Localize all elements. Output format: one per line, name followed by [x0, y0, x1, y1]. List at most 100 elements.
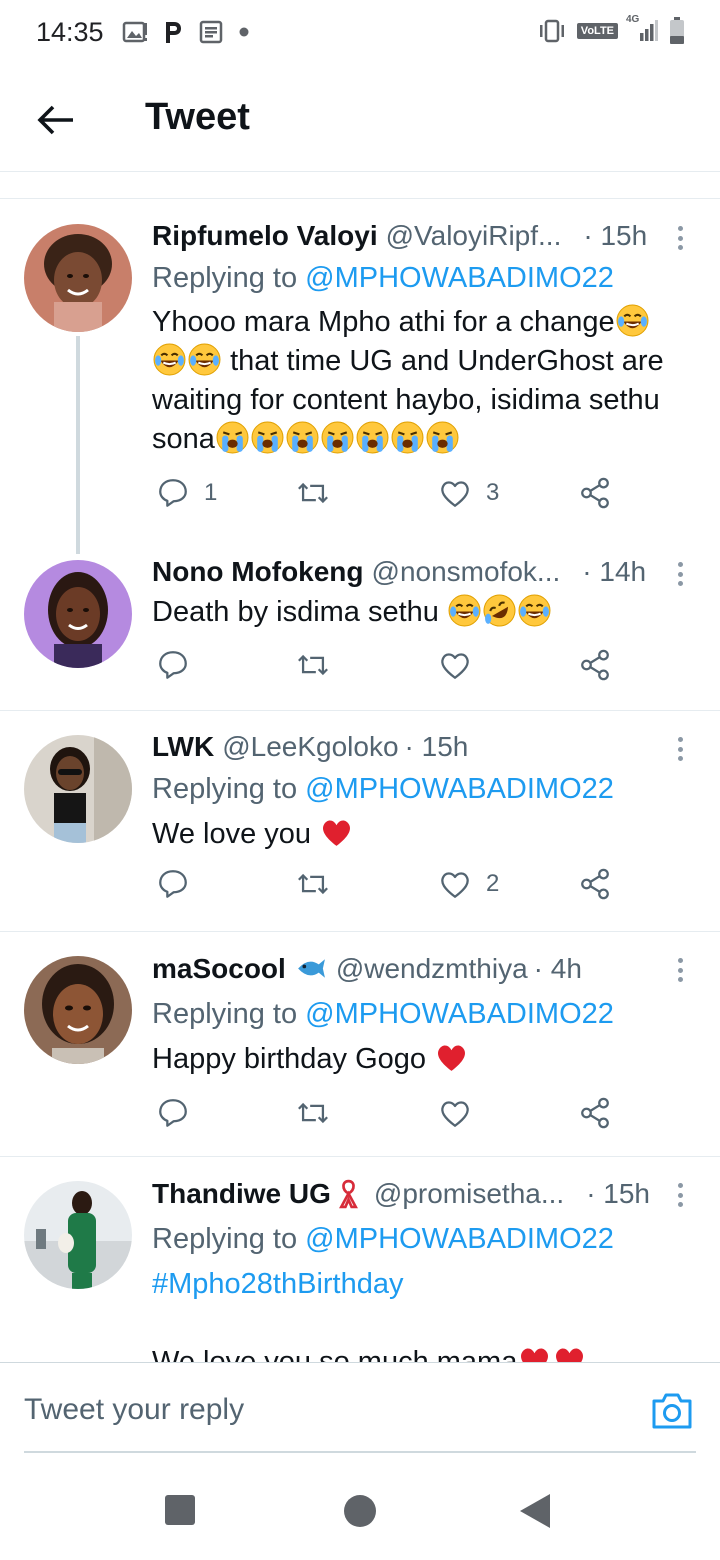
replying-to: Replying to @MPHOWABADIMO22 — [152, 1223, 614, 1256]
thread-line — [76, 336, 80, 554]
home-button[interactable] — [344, 1495, 376, 1527]
like-icon — [438, 867, 472, 901]
author-handle[interactable]: @LeeKgoloko — [222, 731, 398, 763]
like-count: 3 — [486, 479, 500, 506]
retweet-icon — [296, 476, 330, 510]
fish-emoji-icon — [297, 959, 325, 978]
red-heart-emoji-icon — [518, 1344, 551, 1362]
avatar[interactable] — [24, 956, 132, 1064]
network-type-label: 4G — [626, 14, 640, 25]
like-button[interactable]: 2 — [438, 867, 499, 901]
retweet-button[interactable] — [296, 867, 330, 901]
mention-link[interactable]: @MPHOWABADIMO22 — [305, 262, 614, 294]
laughing-emoji-icon — [518, 594, 551, 627]
crying-emoji-icon — [426, 421, 459, 454]
author-handle[interactable]: @wendzmthiya — [336, 953, 528, 985]
tweet-text-part: Death by isdima sethu — [152, 596, 439, 628]
more-icon[interactable] — [670, 222, 690, 254]
status-time: 14:35 — [36, 16, 104, 47]
reply-input[interactable]: Tweet your reply — [24, 1393, 244, 1427]
tweet-time: · 14h — [582, 556, 647, 587]
tweet-item[interactable]: LWK @LeeKgoloko · 15h Replying to @MPHOW… — [0, 711, 720, 931]
mention-link[interactable]: @MPHOWABADIMO22 — [305, 1223, 614, 1255]
author-name[interactable]: LWK — [152, 731, 214, 763]
share-button[interactable] — [578, 648, 612, 682]
like-button[interactable]: 3 — [438, 476, 499, 510]
tweet-item[interactable]: Nono Mofokeng @nonsmofok... · 14h Death … — [0, 552, 720, 710]
author-name[interactable]: maSocool — [152, 953, 286, 985]
replies-feed[interactable]: Ripfumelo Valoyi @ValoyiRipf... · 15h Re… — [0, 172, 720, 1362]
camera-button[interactable] — [650, 1391, 694, 1431]
recents-button[interactable] — [165, 1495, 195, 1525]
share-icon — [578, 648, 612, 682]
share-button[interactable] — [578, 476, 612, 510]
tweet-header: Nono Mofokeng @nonsmofok... · 14h — [152, 556, 646, 588]
reply-count: 1 — [204, 479, 218, 506]
reply-composer: Tweet your reply — [0, 1362, 720, 1458]
reply-button[interactable] — [156, 867, 190, 901]
tweet-item[interactable]: Ripfumelo Valoyi @ValoyiRipf... · 15h Re… — [0, 172, 720, 554]
author-handle[interactable]: @promisetha... — [374, 1178, 564, 1210]
author-handle[interactable]: @ValoyiRipf... — [386, 220, 562, 252]
crying-emoji-icon — [216, 421, 249, 454]
like-icon — [438, 648, 472, 682]
tweet-text: Happy birthday Gogo — [152, 1040, 697, 1079]
notification-icons — [122, 19, 250, 45]
more-icon[interactable] — [670, 733, 690, 765]
author-name[interactable]: Ripfumelo Valoyi — [152, 220, 378, 252]
retweet-icon — [296, 867, 330, 901]
share-button[interactable] — [578, 1096, 612, 1130]
like-button[interactable] — [438, 648, 472, 682]
reply-button[interactable]: 1 — [156, 476, 217, 510]
like-button[interactable] — [438, 1096, 472, 1130]
crying-emoji-icon — [251, 421, 284, 454]
tweet-time: · 15h — [404, 731, 469, 762]
tweet-item[interactable]: Thandiwe UG @promisetha... · 15h Replyin… — [0, 1157, 720, 1362]
avatar[interactable] — [24, 224, 132, 332]
replying-to: Replying to @MPHOWABADIMO22 — [152, 998, 614, 1031]
reply-button[interactable] — [156, 648, 190, 682]
system-nav-bar — [0, 1462, 720, 1560]
avatar[interactable] — [24, 560, 132, 668]
retweet-button[interactable] — [296, 1096, 330, 1130]
back-button[interactable] — [30, 94, 82, 146]
share-button[interactable] — [578, 867, 612, 901]
replying-prefix: Replying to — [152, 998, 298, 1030]
rofl-emoji-icon — [483, 594, 516, 627]
author-name[interactable]: Thandiwe UG — [152, 1178, 331, 1210]
tweet-actions: 1 3 — [156, 476, 626, 516]
tweet-actions — [156, 1096, 626, 1136]
more-icon[interactable] — [670, 558, 690, 590]
crying-emoji-icon — [321, 421, 354, 454]
more-icon[interactable] — [670, 1179, 690, 1211]
mention-link[interactable]: @MPHOWABADIMO22 — [305, 773, 614, 805]
author-handle[interactable]: @nonsmofok... — [372, 556, 561, 588]
red-heart-emoji-icon — [553, 1344, 586, 1362]
more-icon[interactable] — [670, 954, 690, 986]
laughing-emoji-icon — [188, 343, 221, 376]
crying-emoji-icon — [286, 421, 319, 454]
reply-icon — [156, 648, 190, 682]
retweet-button[interactable] — [296, 648, 330, 682]
tweet-text-part: We love you so much mama — [152, 1346, 518, 1362]
tweet-time: · 4h — [533, 952, 582, 984]
retweet-icon — [296, 648, 330, 682]
author-name[interactable]: Nono Mofokeng — [152, 556, 364, 588]
share-icon — [578, 867, 612, 901]
avatar[interactable] — [24, 1181, 132, 1289]
page-title: Tweet — [145, 96, 250, 138]
avatar[interactable] — [24, 735, 132, 843]
tweet-text: #Mpho28thBirthday — [152, 1265, 697, 1304]
hashtag-link[interactable]: #Mpho28thBirthday — [152, 1268, 404, 1300]
tweet-item[interactable]: maSocool @wendzmthiya · 4h Replying to @… — [0, 932, 720, 1156]
mention-link[interactable]: @MPHOWABADIMO22 — [305, 998, 614, 1030]
more-notifications-dot-icon — [238, 26, 250, 38]
crying-emoji-icon — [356, 421, 389, 454]
retweet-button[interactable] — [296, 476, 330, 510]
input-underline — [24, 1451, 696, 1453]
reply-icon — [156, 867, 190, 901]
tweet-text-part: Happy birthday Gogo — [152, 1043, 427, 1075]
tweet-text: Yhooo mara Mpho athi for a change that t… — [152, 303, 697, 459]
reply-button[interactable] — [156, 1096, 190, 1130]
nav-back-button[interactable] — [520, 1494, 550, 1528]
